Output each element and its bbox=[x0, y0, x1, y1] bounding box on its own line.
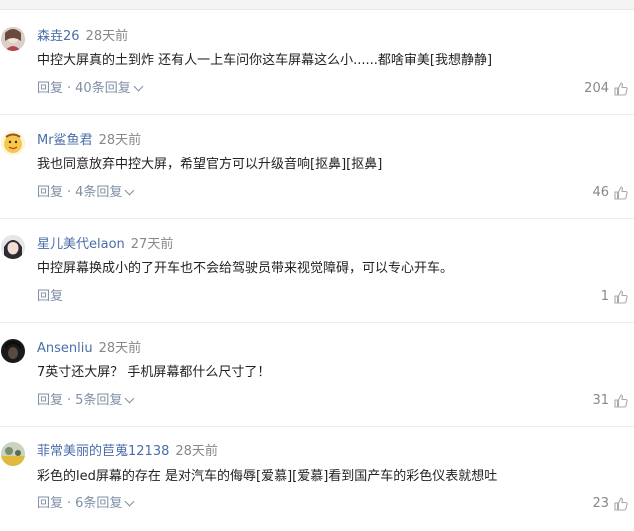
reply-button[interactable]: 回复 bbox=[37, 393, 63, 408]
like-count: 31 bbox=[592, 393, 609, 408]
thumbs-up-icon bbox=[614, 290, 628, 304]
avatar-icon bbox=[1, 27, 25, 51]
comment-actions: 回复 · 40条回复 bbox=[37, 81, 144, 97]
replies-count: 5条回复 bbox=[75, 393, 123, 408]
like-button[interactable]: 23 bbox=[592, 496, 629, 512]
thumbs-up-icon bbox=[614, 394, 628, 408]
comment-actions: 回复 · 6条回复 bbox=[37, 496, 135, 512]
comment-meta: 森垚26 28天前 bbox=[37, 29, 128, 45]
like-button[interactable]: 31 bbox=[592, 393, 629, 409]
comment-text: 我也同意放弃中控大屏，希望官方可以升级音响[抠鼻][抠鼻] bbox=[37, 157, 383, 172]
separator: · bbox=[67, 81, 72, 96]
avatar[interactable] bbox=[1, 27, 25, 51]
view-replies-button[interactable]: 40条回复 bbox=[75, 81, 144, 96]
comment-item: 星儿美代elaon 27天前 中控屏幕换成小的了开车也不会给驾驶员带来视觉障碍，可… bbox=[0, 219, 634, 323]
avatar[interactable] bbox=[1, 235, 25, 259]
comment-item: Mr鲨鱼君 28天前 我也同意放弃中控大屏，希望官方可以升级音响[抠鼻][抠鼻] … bbox=[0, 115, 634, 219]
like-count: 204 bbox=[584, 81, 609, 96]
timestamp: 28天前 bbox=[175, 444, 218, 459]
comment-meta: Mr鲨鱼君 28天前 bbox=[37, 133, 141, 149]
thumbs-up-icon bbox=[614, 497, 628, 511]
username[interactable]: 森垚26 bbox=[37, 29, 80, 44]
separator: · bbox=[67, 393, 72, 408]
username[interactable]: Ansenliu bbox=[37, 341, 93, 356]
avatar-icon bbox=[1, 442, 25, 466]
comment-meta: 菲常美丽的苣蒐12138 28天前 bbox=[37, 444, 218, 460]
reply-button[interactable]: 回复 bbox=[37, 496, 63, 511]
reply-button[interactable]: 回复 bbox=[37, 81, 63, 96]
avatar-icon bbox=[1, 131, 25, 155]
thumbs-up-icon bbox=[614, 82, 628, 96]
reply-button[interactable]: 回复 bbox=[37, 185, 63, 200]
username[interactable]: 菲常美丽的苣蒐12138 bbox=[37, 444, 169, 459]
comment-actions: 回复 bbox=[37, 289, 63, 305]
replies-count: 6条回复 bbox=[75, 496, 123, 511]
timestamp: 28天前 bbox=[98, 133, 142, 148]
chevron-down-icon bbox=[124, 496, 135, 507]
view-replies-button[interactable]: 6条回复 bbox=[75, 496, 135, 511]
avatar-icon bbox=[1, 339, 25, 363]
avatar[interactable] bbox=[1, 442, 25, 466]
timestamp: 27天前 bbox=[130, 237, 174, 252]
timestamp: 28天前 bbox=[98, 341, 142, 356]
top-border bbox=[0, 0, 634, 10]
like-count: 1 bbox=[600, 289, 609, 304]
view-replies-button[interactable]: 5条回复 bbox=[75, 393, 135, 408]
replies-count: 4条回复 bbox=[75, 185, 123, 200]
avatar[interactable] bbox=[1, 339, 25, 363]
comment-item: 菲常美丽的苣蒐12138 28天前 彩色的led屏幕的存在 是对汽车的侮辱[爱慕]… bbox=[0, 427, 634, 531]
view-replies-button[interactable]: 4条回复 bbox=[75, 185, 135, 200]
username[interactable]: Mr鲨鱼君 bbox=[37, 133, 93, 148]
like-button[interactable]: 46 bbox=[592, 185, 629, 201]
comment-actions: 回复 · 4条回复 bbox=[37, 185, 135, 201]
chevron-down-icon bbox=[124, 185, 135, 196]
replies-count: 40条回复 bbox=[75, 81, 131, 96]
comment-actions: 回复 · 5条回复 bbox=[37, 393, 135, 409]
separator: · bbox=[67, 496, 72, 511]
thumbs-up-icon bbox=[614, 186, 628, 200]
avatar[interactable] bbox=[1, 131, 25, 155]
comment-text: 中控屏幕换成小的了开车也不会给驾驶员带来视觉障碍，可以专心开车。 bbox=[37, 261, 454, 276]
timestamp: 28天前 bbox=[85, 29, 129, 44]
like-button[interactable]: 204 bbox=[584, 81, 629, 97]
chevron-down-icon bbox=[124, 393, 135, 404]
comment-item: Ansenliu 28天前 7英寸还大屏？ 手机屏幕都什么尺寸了！ 回复 · 5条回复… bbox=[0, 323, 634, 427]
like-count: 23 bbox=[592, 496, 609, 511]
comment-text: 中控大屏真的土到炸 还有人一上车问你这车屏幕这么小......都啥审美[我想静静… bbox=[37, 53, 493, 68]
reply-button[interactable]: 回复 bbox=[37, 289, 63, 304]
comment-item: 森垚26 28天前 中控大屏真的土到炸 还有人一上车问你这车屏幕这么小......… bbox=[0, 10, 634, 114]
username[interactable]: 星儿美代elaon bbox=[37, 237, 125, 252]
like-count: 46 bbox=[592, 185, 609, 200]
separator: · bbox=[67, 185, 72, 200]
avatar-icon bbox=[1, 235, 25, 259]
comment-text: 7英寸还大屏？ 手机屏幕都什么尺寸了！ bbox=[37, 365, 271, 380]
like-button[interactable]: 1 bbox=[601, 289, 629, 305]
comment-meta: 星儿美代elaon 27天前 bbox=[37, 237, 173, 253]
comment-meta: Ansenliu 28天前 bbox=[37, 341, 141, 357]
chevron-down-icon bbox=[133, 81, 144, 92]
comment-text: 彩色的led屏幕的存在 是对汽车的侮辱[爱慕][爱慕]看到国产车的彩色仪表就想吐 bbox=[37, 469, 498, 484]
